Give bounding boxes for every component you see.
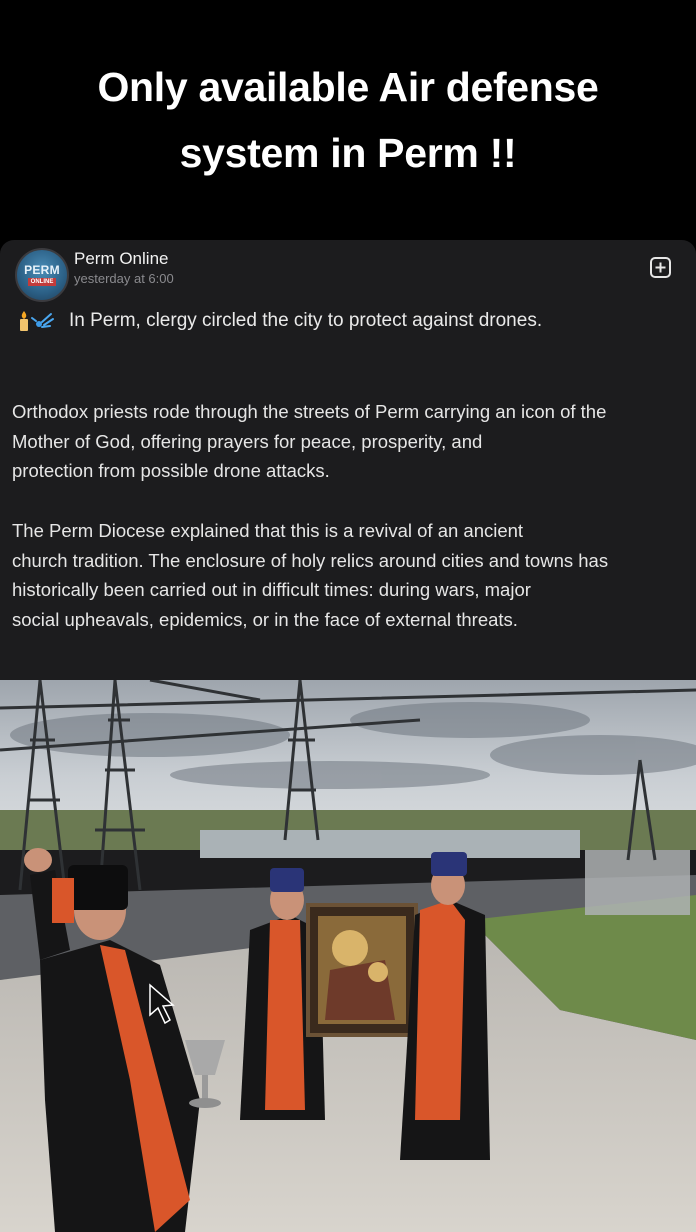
paragraph-1-line: Orthodox priests rode through the street…: [12, 401, 607, 422]
fence: [585, 850, 690, 915]
paragraph-2-line: The Perm Diocese explained that this is …: [12, 520, 524, 541]
caption-line-1: Only available Air defense: [97, 64, 599, 110]
paragraph-2-line: historically been carried out in difficu…: [12, 579, 531, 600]
paragraph-1: Orthodox priests rode through the street…: [12, 397, 684, 486]
avatar[interactable]: PERM ONLINE: [15, 248, 69, 302]
post-timestamp: yesterday at 6:00: [74, 271, 174, 286]
paragraph-2-line: social upheavals, epidemics, or in the f…: [12, 608, 518, 630]
post-photo[interactable]: [0, 680, 696, 1232]
paragraph-1-line: protection from possible drone attacks.: [12, 460, 330, 481]
page-name[interactable]: Perm Online: [74, 249, 168, 269]
caption-text: Only available Air defense system in Per…: [48, 54, 648, 186]
paragraph-1-line: Mother of God, offering prayers for peac…: [12, 430, 483, 452]
post-card: PERM ONLINE Perm Online yesterday at 6:0…: [0, 240, 696, 1232]
candle-and-drone-emoji: [17, 310, 63, 332]
held-icon-painting: [306, 903, 418, 1037]
lead-text: In Perm, clergy circled the city to prot…: [69, 310, 543, 331]
video-caption: Only available Air defense system in Per…: [0, 0, 696, 240]
river: [200, 830, 580, 858]
avatar-logo-subtext: ONLINE: [27, 278, 57, 286]
paragraph-2: The Perm Diocese explained that this is …: [12, 516, 684, 634]
post-lead: In Perm, clergy circled the city to prot…: [17, 310, 542, 332]
paragraph-2-line: church tradition. The enclosure of holy …: [12, 549, 609, 571]
add-button[interactable]: [650, 257, 671, 278]
plus-square-icon: [655, 262, 666, 273]
caption-line-2: system in Perm !!: [179, 130, 517, 176]
avatar-logo-text: PERM: [24, 263, 60, 277]
